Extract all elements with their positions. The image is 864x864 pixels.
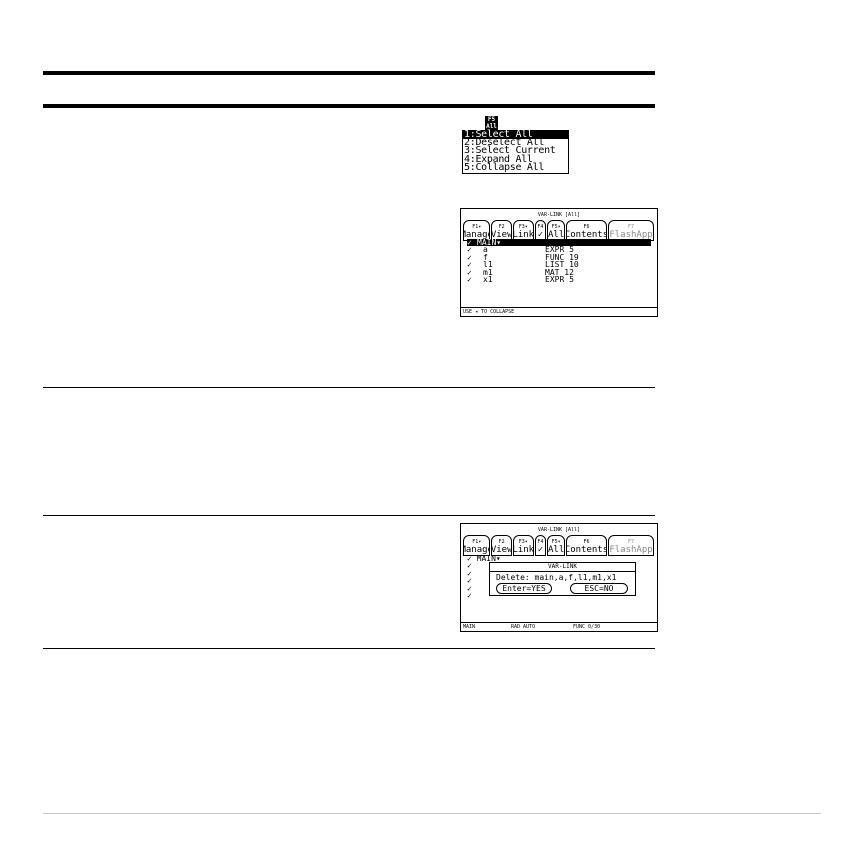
- footer-rule: [43, 813, 821, 814]
- top-rule: [43, 71, 655, 75]
- screen-title: VAR-LINK [All]: [537, 212, 581, 218]
- toolbar-f1-manage[interactable]: F1▾Manage: [463, 535, 491, 556]
- toolbar-f6-contents[interactable]: F6 Contents: [565, 535, 608, 556]
- menu-item-collapse-all[interactable]: 5:Collapse All: [463, 162, 568, 172]
- confirm-yes-button[interactable]: Enter=YES: [496, 583, 552, 594]
- delete-confirm-dialog: VAR-LINK Delete: main,a,f,l1,m1,x1 Enter…: [489, 562, 636, 596]
- toolbar-f4-check[interactable]: F4 ✓: [534, 535, 547, 556]
- toolbar: F1▾Manage F2View F3▾Link F4✓ F5▾All F6Co…: [463, 535, 655, 556]
- f5-menu-tab[interactable]: F5 All: [485, 116, 498, 130]
- section-divider-3: [43, 648, 655, 649]
- variable-list: ✓ MAIN▾ ✓ a EXPR 5 ✓ f FUNC 19 ✓ l1 LIST 10 ✓ m1…: [467, 238, 651, 284]
- toolbar-f3-link[interactable]: F3▾ Link: [512, 220, 534, 241]
- toolbar-f3-link[interactable]: F3▾ Link: [512, 535, 534, 556]
- dialog-title: VAR-LINK: [490, 563, 635, 572]
- section-divider-1: [43, 387, 655, 388]
- toolbar-f6-contents[interactable]: F6 Contents: [565, 220, 608, 241]
- toolbar-f5-all[interactable]: F5▾ All: [547, 535, 565, 556]
- var-row[interactable]: ✓ x1 EXPR 5: [467, 275, 651, 283]
- var-link-screen-2: VAR-LINK [All] F1▾Manage F2View F3▾Link …: [460, 523, 658, 632]
- cancel-no-button[interactable]: ESC=NO: [570, 583, 628, 594]
- toolbar-f2-view[interactable]: F2 View: [491, 535, 512, 556]
- section-divider-2: [43, 515, 655, 516]
- toolbar-f7-flashapp[interactable]: F7 FlashApp: [608, 535, 654, 556]
- var-link-screen-1: VAR-LINK [All] F1▾Manage F2View F3▾Link …: [460, 208, 658, 317]
- f5-all-menu: 1:Select All 2:Deselect All 3:Select Cur…: [462, 129, 569, 174]
- toolbar-f7-flashapp[interactable]: F7 FlashApp: [608, 220, 654, 241]
- status-bar: USE ◂ TO COLLAPSE: [461, 307, 657, 316]
- toolbar-f5-all[interactable]: F5▾ All: [547, 220, 565, 241]
- header-rule: [43, 104, 655, 108]
- screen-title: VAR-LINK [All]: [537, 527, 581, 533]
- status-bar: MAIN RAD AUTO FUNC 0/30: [461, 622, 657, 631]
- toolbar-f4-check[interactable]: F4 ✓: [534, 220, 547, 241]
